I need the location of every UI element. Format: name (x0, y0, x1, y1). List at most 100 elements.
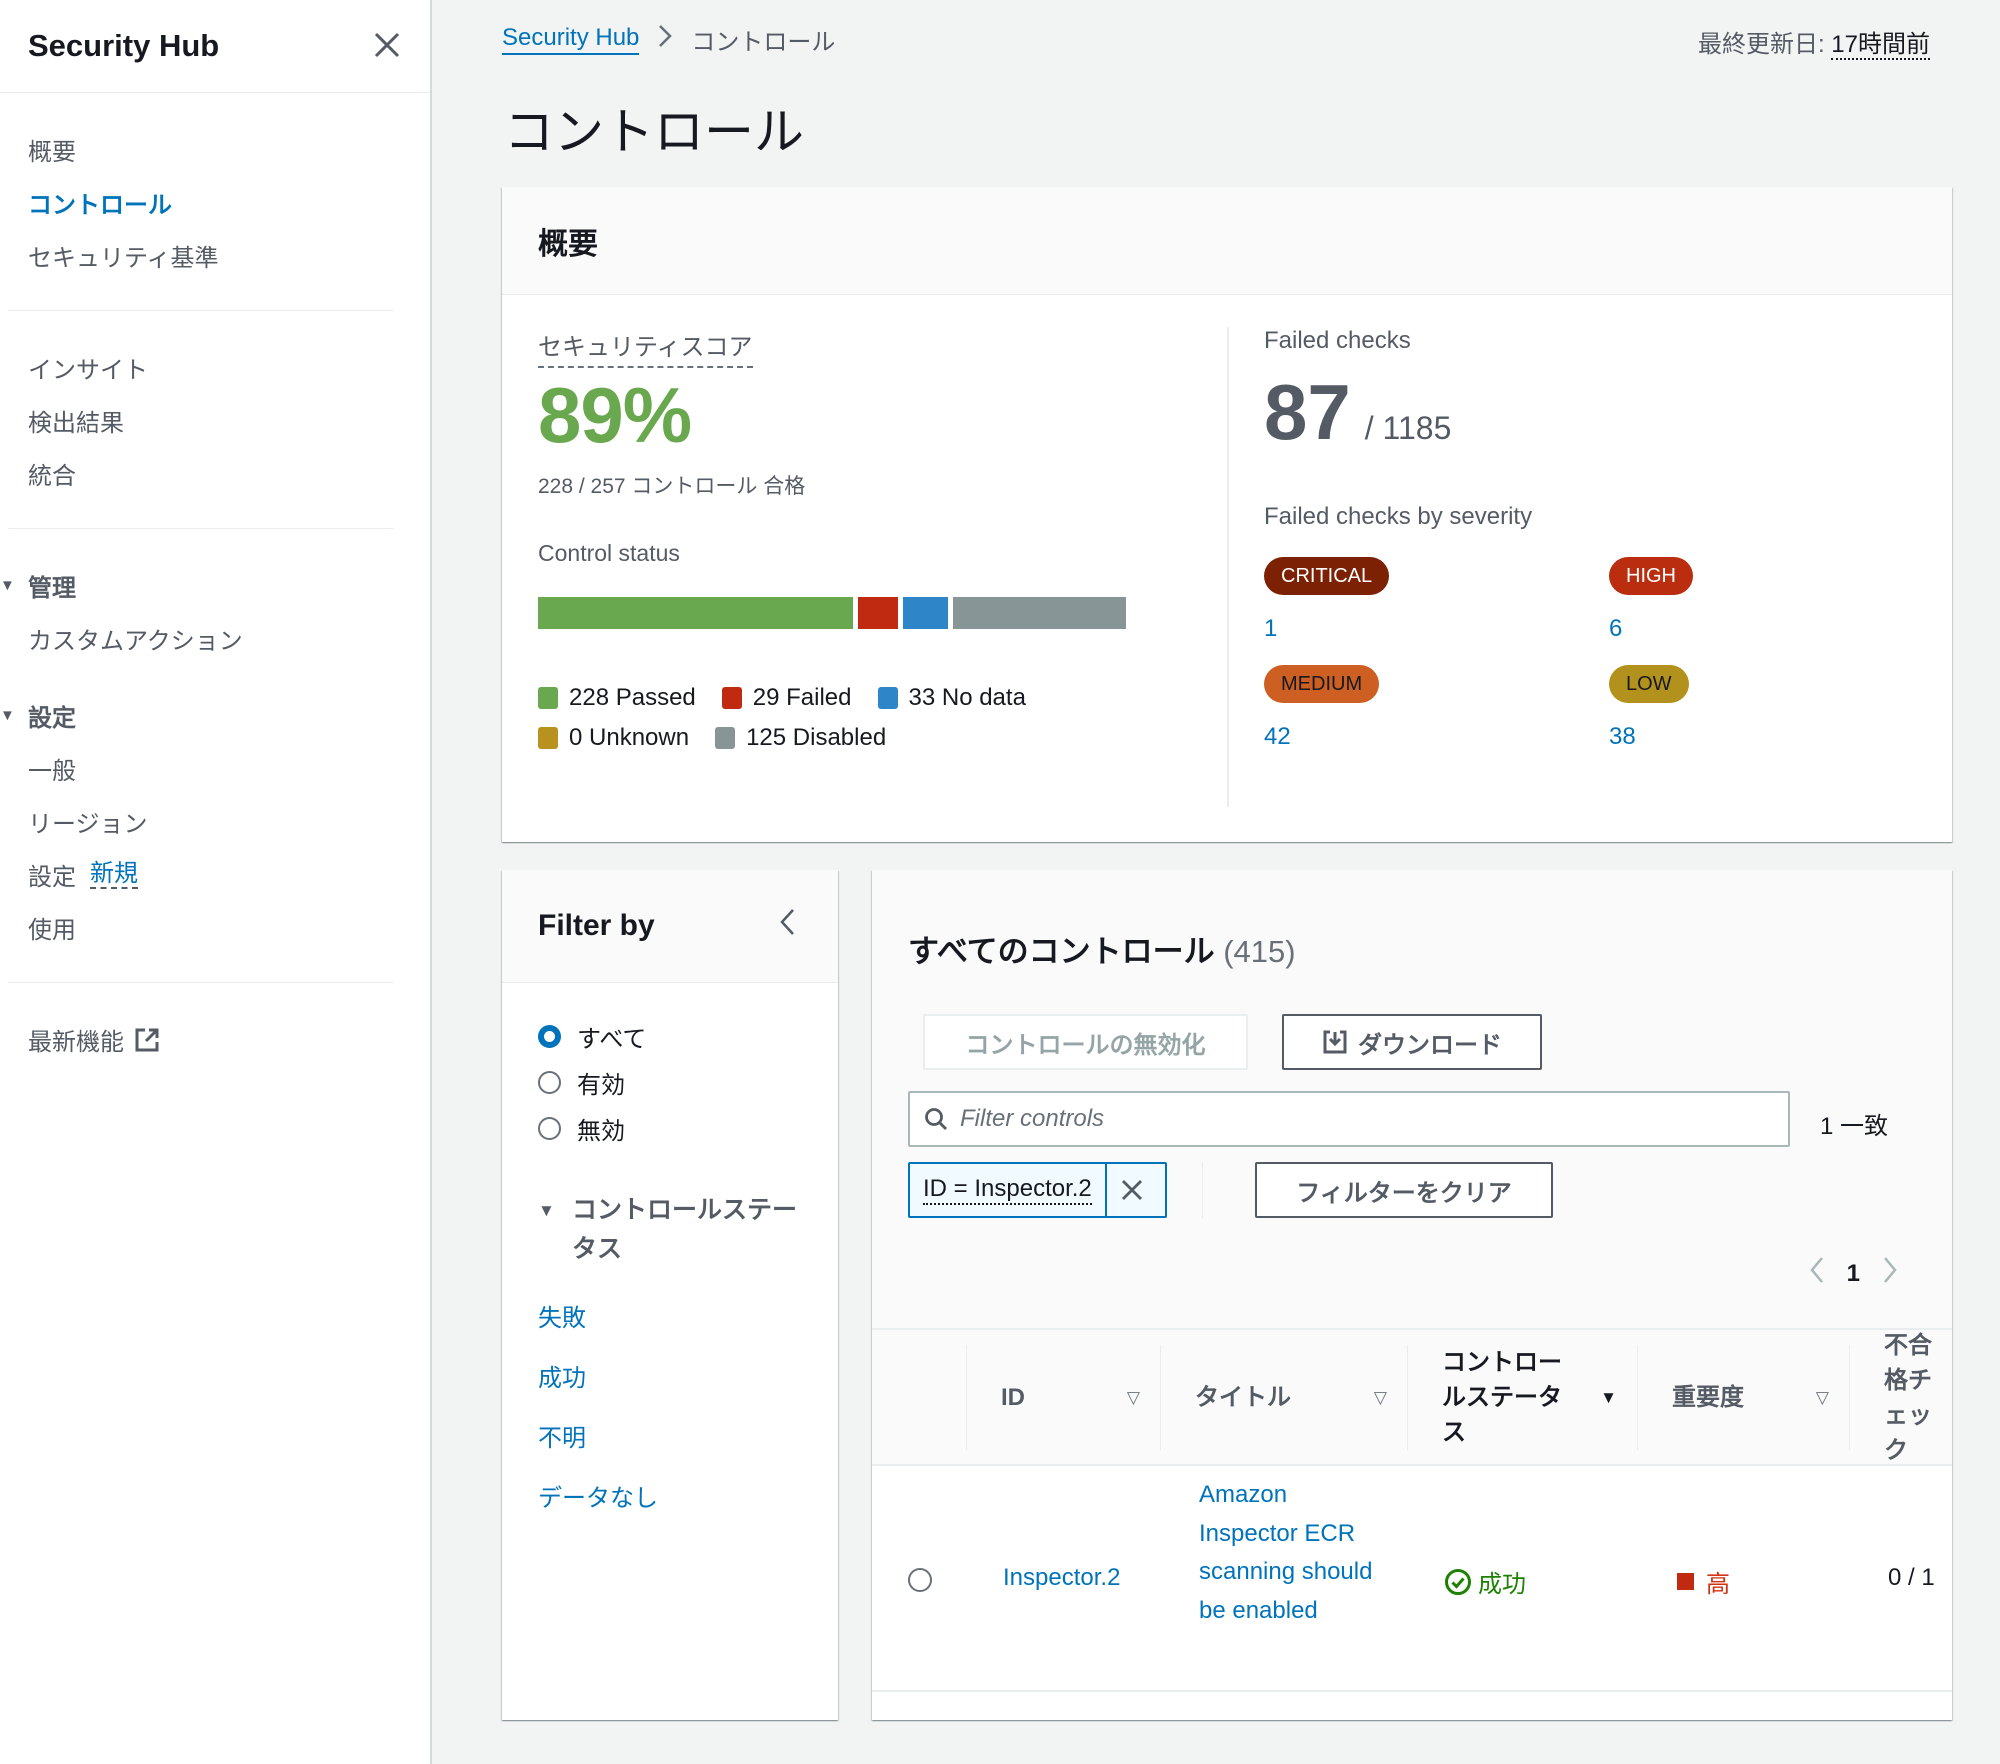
table-row: Inspector.2 Amazon Inspector ECR scannin… (872, 1466, 1952, 1692)
radio-label: 無効 (577, 1117, 625, 1145)
severity-low: LOW 38 (1609, 665, 1909, 751)
legend-passed: 228 Passed (538, 684, 696, 712)
sidebar-item-integrations[interactable]: 統合 (8, 447, 394, 500)
column-header-title[interactable]: タイトル ▽ (1160, 1345, 1407, 1450)
table-body: Inspector.2 Amazon Inspector ECR scannin… (872, 1466, 1952, 1720)
sidebar-item-custom-actions[interactable]: カスタムアクション (8, 612, 394, 665)
column-label: ID (1001, 1384, 1025, 1411)
severity-badge: MEDIUM (1264, 665, 1380, 703)
column-divider (1227, 327, 1229, 807)
security-score-subtext: 228 / 257 コントロール 合格 (538, 475, 806, 498)
status-text: 成功 (1478, 1571, 1526, 1598)
sidebar-item-security-standards[interactable]: セキュリティ基準 (8, 229, 394, 282)
sort-icon: ▽ (1126, 1387, 1140, 1407)
sidebar-section-management[interactable]: ▼ 管理 (0, 559, 394, 612)
failed-by-severity-label: Failed checks by severity (1264, 503, 1533, 530)
next-page-icon[interactable] (1868, 1256, 1912, 1292)
control-status-bar (538, 597, 1126, 629)
filter-controls-search[interactable] (908, 1091, 1790, 1147)
column-header-id[interactable]: ID ▽ (966, 1345, 1160, 1450)
legend-disabled: 125 Disabled (715, 724, 886, 752)
filter-link-unknown[interactable]: 不明 (538, 1405, 838, 1465)
search-input[interactable] (960, 1105, 1760, 1133)
new-badge[interactable]: 新規 (90, 860, 138, 890)
caret-down-icon: ▼ (0, 707, 15, 724)
section-title: コントロールステータス (572, 1196, 798, 1263)
clear-filters-button[interactable]: フィルターをクリア (1255, 1162, 1553, 1218)
severity-text: 高 (1706, 1571, 1730, 1598)
failed-checks-label: Failed checks (1264, 327, 1411, 354)
sidebar-title[interactable]: Security Hub (28, 28, 219, 64)
caret-down-icon: ▼ (538, 1201, 555, 1220)
column-header-control-status[interactable]: コントロールステータス ▼ (1407, 1345, 1637, 1450)
radio-button[interactable] (538, 1024, 561, 1048)
section-label: 設定 (28, 705, 76, 732)
severity-count-link[interactable]: 42 (1264, 723, 1291, 751)
item-label: 最新機能 (28, 1029, 124, 1056)
sidebar-item-general[interactable]: 一般 (8, 742, 394, 795)
chevron-right-icon (657, 24, 673, 55)
status-segment-nodata (902, 597, 949, 629)
legend-text: 228 Passed (569, 684, 696, 711)
legend-swatch (715, 727, 736, 749)
filter-link-passed[interactable]: 成功 (538, 1345, 838, 1405)
filter-link-no-data[interactable]: データなし (538, 1465, 838, 1525)
severity-count-link[interactable]: 6 (1609, 615, 1622, 643)
radio-enabled[interactable]: 有効 (538, 1059, 838, 1105)
close-icon[interactable] (374, 27, 400, 65)
column-label: 重要度 (1672, 1384, 1744, 1411)
table-header: ID ▽ タイトル ▽ コントロールステータス ▼ 重要度 ▽ 不合格チェック (872, 1328, 1952, 1466)
previous-page-icon[interactable] (1795, 1256, 1839, 1292)
filter-token-label[interactable]: ID = Inspector.2 (910, 1164, 1107, 1216)
sidebar-item-whats-new[interactable]: 最新機能 (8, 1013, 394, 1066)
sidebar-item-overview[interactable]: 概要 (8, 123, 394, 176)
control-title-link[interactable]: Amazon Inspector ECR scanning should be … (1199, 1476, 1379, 1630)
sidebar-item-configuration[interactable]: 設定 新規 (8, 848, 394, 901)
match-count: 1 一致 (1820, 1113, 1889, 1140)
column-header-failed-checks[interactable]: 不合格チェック (1849, 1332, 1952, 1464)
severity-count-link[interactable]: 1 (1264, 615, 1277, 643)
controls-title: すべてのコントロール (415) (908, 926, 1296, 971)
sidebar-section-settings[interactable]: ▼ 設定 (0, 689, 394, 742)
search-icon (925, 1108, 947, 1130)
token-text: ID = Inspector.2 (923, 1175, 1092, 1206)
sidebar-item-regions[interactable]: リージョン (8, 795, 394, 848)
disable-control-button[interactable]: コントロールの無効化 (923, 1014, 1248, 1070)
severity-badge: CRITICAL (1264, 557, 1390, 595)
remove-token-icon[interactable] (1107, 1164, 1157, 1216)
control-status-section-toggle[interactable]: ▼ コントロールステータス (538, 1191, 808, 1269)
radio-all[interactable]: すべて (538, 1013, 838, 1059)
radio-disabled[interactable]: 無効 (538, 1105, 838, 1151)
last-updated-value[interactable]: 17時間前 (1831, 31, 1930, 60)
sidebar-item-insights[interactable]: インサイト (8, 341, 394, 394)
radio-button[interactable] (538, 1070, 561, 1094)
security-score-label[interactable]: セキュリティスコア (538, 327, 753, 368)
sort-desc-icon: ▼ (1600, 1387, 1617, 1407)
item-label: 設定 (28, 864, 76, 891)
sidebar-item-controls[interactable]: コントロール (8, 176, 394, 229)
severity-cell: 高 (1677, 1564, 1730, 1599)
legend-swatch (538, 687, 558, 709)
sidebar-item-usage[interactable]: 使用 (8, 901, 394, 954)
control-status-legend: 228 Passed 29 Failed 33 No data 0 Unknow… (538, 684, 1098, 752)
control-id-link[interactable]: Inspector.2 (1003, 1564, 1120, 1592)
legend-failed: 29 Failed (721, 684, 852, 712)
breadcrumb-security-hub[interactable]: Security Hub (502, 24, 640, 55)
severity-count-link[interactable]: 38 (1609, 723, 1636, 751)
filter-link-failed[interactable]: 失敗 (538, 1285, 838, 1345)
sidebar-item-findings[interactable]: 検出結果 (8, 394, 394, 447)
status-segment-passed (538, 597, 853, 629)
controls-table-panel: すべてのコントロール (415) コントロールの無効化 ダウンロード 1 一致 … (872, 870, 1952, 1720)
breadcrumb-current: コントロール (691, 29, 836, 56)
pagination: 1 (1795, 1256, 1912, 1292)
current-page[interactable]: 1 (1839, 1260, 1868, 1288)
last-updated-label: 最終更新日: (1697, 31, 1825, 58)
column-header-severity[interactable]: 重要度 ▽ (1637, 1345, 1849, 1450)
security-score-value: 89% (538, 371, 692, 459)
chevron-left-icon[interactable] (778, 907, 796, 946)
download-button[interactable]: ダウンロード (1282, 1014, 1542, 1070)
security-score-section: セキュリティスコア 89% 228 / 257 コントロール 合格 Contro… (538, 327, 1178, 752)
row-select-radio[interactable] (908, 1568, 932, 1592)
radio-button[interactable] (538, 1116, 561, 1140)
controls-title-text: すべてのコントロール (908, 934, 1215, 969)
